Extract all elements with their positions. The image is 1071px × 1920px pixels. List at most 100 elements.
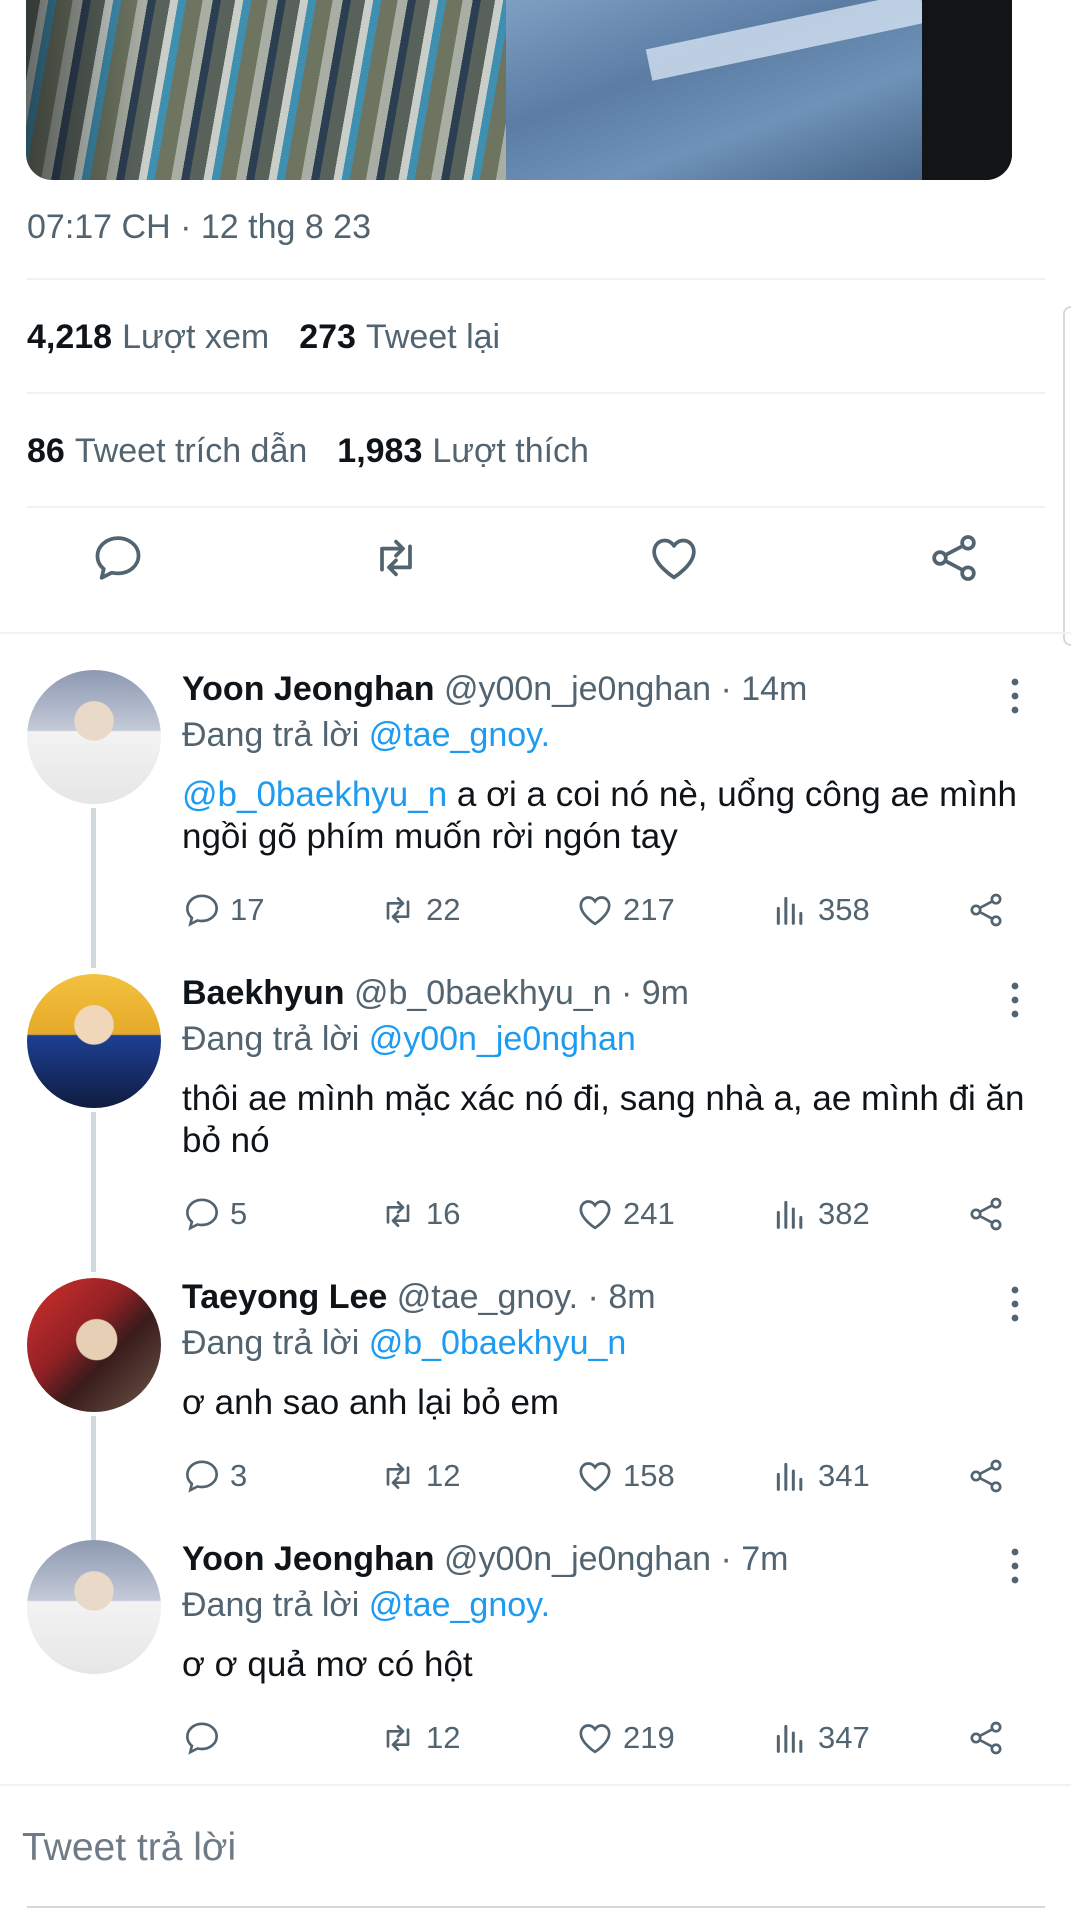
analytics-icon bbox=[776, 1724, 803, 1753]
analytics-icon bbox=[776, 1462, 803, 1491]
tweet-timestamp[interactable]: 07:17 CH · 12 thg 8 23 bbox=[27, 208, 371, 247]
avatar[interactable] bbox=[27, 1278, 161, 1412]
replying-to-mention[interactable]: @tae_gnoy. bbox=[369, 1586, 550, 1624]
retweet-icon bbox=[386, 1725, 410, 1751]
reply-input[interactable] bbox=[22, 1826, 1022, 1870]
reply-header: Taeyong Lee @tae_gnoy. · 8m bbox=[182, 1278, 656, 1317]
author-name[interactable]: Yoon Jeonghan bbox=[182, 1540, 434, 1578]
text-mention[interactable]: @b_0baekhyu_n bbox=[182, 775, 447, 814]
replying-to: Đang trả lời @tae_gnoy. bbox=[182, 716, 550, 755]
reply-header: Yoon Jeonghan @y00n_je0nghan · 14m bbox=[182, 670, 807, 709]
author-handle[interactable]: @tae_gnoy. · 8m bbox=[397, 1278, 656, 1316]
compose-underline bbox=[27, 1906, 1045, 1908]
like-count[interactable]: 219 bbox=[575, 1718, 675, 1758]
retweet-count-value: 16 bbox=[426, 1196, 461, 1231]
retweet-icon[interactable] bbox=[368, 530, 424, 586]
author-name[interactable]: Baekhyun bbox=[182, 974, 345, 1012]
view-count[interactable]: 382 bbox=[770, 1194, 870, 1234]
replying-prefix: Đang trả lời bbox=[182, 1020, 360, 1058]
like-count-value: 217 bbox=[623, 892, 675, 927]
share-button[interactable] bbox=[966, 1194, 1006, 1234]
author-handle[interactable]: @y00n_je0nghan · 7m bbox=[444, 1540, 789, 1578]
more-options-icon[interactable] bbox=[1005, 676, 1025, 716]
retweet-icon bbox=[386, 897, 410, 923]
like-icon bbox=[579, 1200, 611, 1230]
author-name[interactable]: Yoon Jeonghan bbox=[182, 670, 434, 708]
replying-to: Đang trả lời @tae_gnoy. bbox=[182, 1586, 550, 1625]
reply-count[interactable]: 17 bbox=[182, 890, 264, 930]
reply-count[interactable]: 3 bbox=[182, 1456, 247, 1496]
replying-to-mention[interactable]: @tae_gnoy. bbox=[369, 716, 550, 754]
share-button[interactable] bbox=[966, 1456, 1006, 1496]
reply-item[interactable]: Baekhyun @b_0baekhyu_n · 9m Đang trả lời… bbox=[0, 974, 1071, 1264]
author-handle[interactable]: @y00n_je0nghan · 14m bbox=[444, 670, 807, 708]
quotes-stat[interactable]: 86 Tweet trích dẫn bbox=[27, 432, 307, 471]
share-icon bbox=[970, 1721, 1002, 1755]
view-count[interactable]: 358 bbox=[770, 890, 870, 930]
stats-row-1: 4,218 Lượt xem 273 Tweet lại bbox=[27, 318, 500, 357]
reply-item[interactable]: Taeyong Lee @tae_gnoy. · 8m Đang trả lời… bbox=[0, 1278, 1071, 1528]
like-count[interactable]: 158 bbox=[575, 1456, 675, 1496]
replying-to-mention[interactable]: @b_0baekhyu_n bbox=[369, 1324, 627, 1362]
likes-stat[interactable]: 1,983 Lượt thích bbox=[337, 432, 589, 471]
reply-icon[interactable] bbox=[90, 530, 146, 586]
quotes-label: Tweet trích dẫn bbox=[74, 432, 308, 470]
more-options-icon[interactable] bbox=[1005, 1546, 1025, 1586]
reply-count-value: 17 bbox=[230, 892, 265, 927]
view-count[interactable]: 347 bbox=[770, 1718, 870, 1758]
retweet-icon bbox=[386, 1463, 410, 1489]
like-icon bbox=[579, 1724, 611, 1754]
replying-prefix: Đang trả lời bbox=[182, 1586, 360, 1624]
reply-text: @b_0baekhyu_n a ơi a coi nó nè, uổng côn… bbox=[182, 774, 1032, 858]
likes-count: 1,983 bbox=[337, 432, 423, 470]
reply-header: Yoon Jeonghan @y00n_je0nghan · 7m bbox=[182, 1540, 788, 1579]
retweet-icon bbox=[386, 1201, 410, 1227]
avatar[interactable] bbox=[27, 1540, 161, 1674]
view-count-value: 341 bbox=[818, 1458, 870, 1493]
replying-to: Đang trả lời @b_0baekhyu_n bbox=[182, 1324, 626, 1363]
retweet-count[interactable]: 12 bbox=[378, 1718, 460, 1758]
replying-to: Đang trả lời @y00n_je0nghan bbox=[182, 1020, 636, 1059]
like-count[interactable]: 241 bbox=[575, 1194, 675, 1234]
divider bbox=[0, 632, 1071, 634]
tweet-detail-page: 07:17 CH · 12 thg 8 23 4,218 Lượt xem 273… bbox=[0, 0, 1071, 1920]
reply-icon bbox=[185, 1460, 219, 1493]
share-button[interactable] bbox=[966, 890, 1006, 930]
retweet-count[interactable]: 12 bbox=[378, 1456, 460, 1496]
view-count[interactable]: 341 bbox=[770, 1456, 870, 1496]
retweet-count-value: 12 bbox=[426, 1720, 461, 1755]
share-icon bbox=[970, 1197, 1002, 1231]
tweet-media-image[interactable] bbox=[26, 0, 1012, 180]
view-count-value: 358 bbox=[818, 892, 870, 927]
retweets-stat[interactable]: 273 Tweet lại bbox=[299, 318, 500, 357]
like-count-value: 219 bbox=[623, 1720, 675, 1755]
like-count-value: 241 bbox=[623, 1196, 675, 1231]
share-button[interactable] bbox=[966, 1718, 1006, 1758]
reply-item[interactable]: Yoon Jeonghan @y00n_je0nghan · 14m Đang … bbox=[0, 670, 1071, 960]
retweet-count[interactable]: 22 bbox=[378, 890, 460, 930]
share-icon bbox=[970, 1459, 1002, 1493]
retweets-label: Tweet lại bbox=[365, 318, 501, 356]
author-handle[interactable]: @b_0baekhyu_n · 9m bbox=[354, 974, 689, 1012]
quotes-count: 86 bbox=[27, 432, 65, 470]
divider bbox=[27, 506, 1045, 508]
reply-count-value: 3 bbox=[230, 1458, 248, 1493]
retweet-count-value: 12 bbox=[426, 1458, 461, 1493]
reply-count[interactable] bbox=[182, 1718, 230, 1758]
reply-count[interactable]: 5 bbox=[182, 1194, 247, 1234]
more-options-icon[interactable] bbox=[1005, 1284, 1025, 1324]
tweet-action-bar bbox=[0, 530, 1071, 610]
replying-to-mention[interactable]: @y00n_je0nghan bbox=[369, 1020, 636, 1058]
divider bbox=[27, 278, 1045, 280]
share-icon[interactable] bbox=[926, 530, 982, 586]
retweets-count: 273 bbox=[299, 318, 356, 356]
retweet-count[interactable]: 16 bbox=[378, 1194, 460, 1234]
author-name[interactable]: Taeyong Lee bbox=[182, 1278, 387, 1316]
more-options-icon[interactable] bbox=[1005, 980, 1025, 1020]
reply-item[interactable]: Yoon Jeonghan @y00n_je0nghan · 7m Đang t… bbox=[0, 1540, 1071, 1780]
views-label: Lượt xem bbox=[122, 318, 270, 356]
avatar[interactable] bbox=[27, 670, 161, 804]
like-count[interactable]: 217 bbox=[575, 890, 675, 930]
like-icon[interactable] bbox=[646, 530, 702, 586]
avatar[interactable] bbox=[27, 974, 161, 1108]
